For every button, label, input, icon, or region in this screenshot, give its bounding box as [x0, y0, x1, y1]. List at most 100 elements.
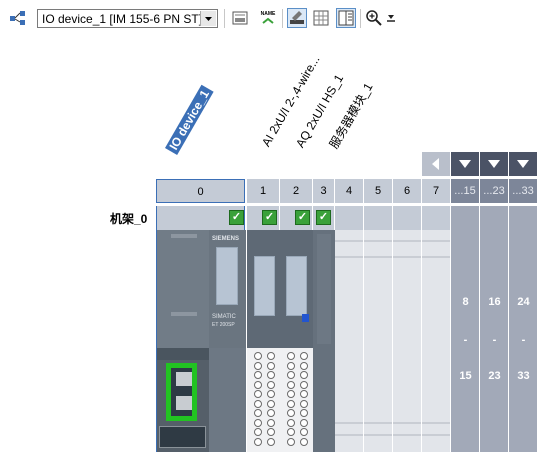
terminal-circle: [267, 409, 275, 417]
terminal-circle: [267, 399, 275, 408]
module-ai[interactable]: [247, 230, 280, 452]
terminal-cover: [286, 256, 307, 316]
group-dash: -: [463, 334, 468, 346]
rack-row-slot-7: [422, 206, 451, 230]
group-header-1[interactable]: ...15: [451, 179, 480, 203]
power-connector: [159, 426, 206, 448]
ethernet-port-icon: [176, 372, 192, 386]
ethernet-port-icon: [176, 396, 192, 410]
device-select[interactable]: IO device_1 [IM 155-6 PN ST]: [37, 9, 218, 28]
terminal-circle: [267, 361, 275, 370]
terminal-circle: [267, 428, 275, 436]
empty-slot-6[interactable]: [393, 230, 422, 452]
label-strip: [171, 312, 197, 316]
head-module-base: [209, 348, 246, 452]
toolbar-separator: [224, 9, 225, 28]
check-icon[interactable]: ✓: [316, 210, 331, 225]
slot-header-5[interactable]: 5: [364, 179, 393, 203]
device-label[interactable]: IO device_1: [165, 85, 214, 155]
terminal-circle: [254, 371, 262, 379]
toolbar-separator: [282, 9, 283, 28]
device-overview-icon[interactable]: [230, 8, 250, 28]
slot-header-7[interactable]: 7: [422, 179, 451, 203]
terminal-circle: [300, 409, 308, 417]
device-label-text: IO device_1: [165, 85, 214, 155]
terminal-circle: [287, 399, 295, 408]
arrow-down-icon: [488, 160, 500, 168]
slot-header-2[interactable]: 2: [280, 179, 313, 203]
group-end: 33: [517, 370, 530, 382]
terminal-cover: [216, 247, 238, 305]
rack-row-group-2: [480, 206, 509, 230]
empty-slot-5[interactable]: [364, 230, 393, 452]
terminal-circle: [287, 390, 295, 398]
network-view-icon[interactable]: [8, 8, 28, 28]
rack-row-slot-6: [393, 206, 422, 230]
status-led: [302, 314, 309, 322]
simatic-label: SIMATIC: [212, 314, 236, 320]
collapsed-group-3[interactable]: 24 - 33: [509, 230, 538, 452]
slot-header-4[interactable]: 4: [335, 179, 364, 203]
slot-header-0[interactable]: 0: [156, 179, 245, 203]
siemens-brand: SIEMENS: [212, 236, 240, 242]
group-end: 15: [459, 370, 472, 382]
terminal-circle: [300, 380, 308, 389]
terminal-circle: [254, 361, 262, 370]
slot-header-6[interactable]: 6: [393, 179, 422, 203]
terminal-circle: [254, 437, 262, 446]
collapsed-group-1[interactable]: 8 - 15: [451, 230, 480, 452]
slot-header-3[interactable]: 3: [313, 179, 335, 203]
terminal-circle: [254, 418, 262, 427]
terminal-block: [280, 348, 313, 452]
draw-icon[interactable]: [287, 8, 307, 28]
collapsed-group-2[interactable]: 16 - 23: [480, 230, 509, 452]
head-module-right-panel: SIEMENS SIMATIC ET 200SP: [209, 230, 246, 348]
server-module-body: [317, 234, 331, 344]
scroll-left-button[interactable]: [422, 152, 450, 176]
terminal-circle: [267, 380, 275, 389]
terminal-cover: [254, 256, 275, 316]
terminal-circle: [254, 409, 262, 417]
table-view-icon[interactable]: [311, 8, 331, 28]
expand-group-1-button[interactable]: [451, 152, 479, 176]
empty-slot-7[interactable]: [422, 230, 451, 452]
terminal-circle: [287, 371, 295, 379]
download-icon[interactable]: [381, 8, 401, 28]
group-header-2[interactable]: ...23: [480, 179, 509, 203]
terminal-circle: [267, 352, 275, 360]
expand-group-2-button[interactable]: [480, 152, 508, 176]
terminal-circle: [267, 437, 275, 446]
group-dash: -: [521, 334, 526, 346]
port-area-header: [157, 348, 209, 360]
toolbar-separator: [360, 9, 361, 28]
terminal-circle: [267, 418, 275, 427]
arrow-left-icon: [432, 158, 439, 170]
terminal-circle: [300, 371, 308, 379]
module-aq[interactable]: [280, 230, 313, 452]
terminal-circle: [267, 371, 275, 379]
rack-row-group-3: [509, 206, 538, 230]
slot-header-1[interactable]: 1: [247, 179, 280, 203]
group-dash: -: [492, 334, 497, 346]
label-strip: [171, 234, 197, 238]
check-icon[interactable]: ✓: [229, 210, 244, 225]
terminal-circle: [267, 390, 275, 398]
check-icon[interactable]: ✓: [262, 210, 277, 225]
chevron-down-icon[interactable]: [200, 11, 216, 26]
rack-row-slot-1: ✓: [247, 206, 280, 230]
port-area: [157, 360, 209, 452]
terminal-circle: [287, 428, 295, 436]
expand-group-3-button[interactable]: [509, 152, 537, 176]
check-icon[interactable]: ✓: [295, 210, 310, 225]
terminal-circle: [287, 352, 295, 360]
group-start: 8: [462, 296, 469, 308]
head-module[interactable]: SIEMENS SIMATIC ET 200SP: [156, 230, 246, 452]
properties-view-icon[interactable]: [336, 8, 356, 28]
ethernet-ports-highlight[interactable]: [166, 363, 197, 421]
terminal-circle: [300, 428, 308, 436]
module-server[interactable]: [313, 230, 335, 452]
device-select-value: IO device_1 [IM 155-6 PN ST]: [42, 12, 203, 26]
group-header-3[interactable]: ...33: [509, 179, 538, 203]
empty-slot-4[interactable]: [335, 230, 364, 452]
show-module-names-icon[interactable]: NAME: [258, 8, 278, 28]
